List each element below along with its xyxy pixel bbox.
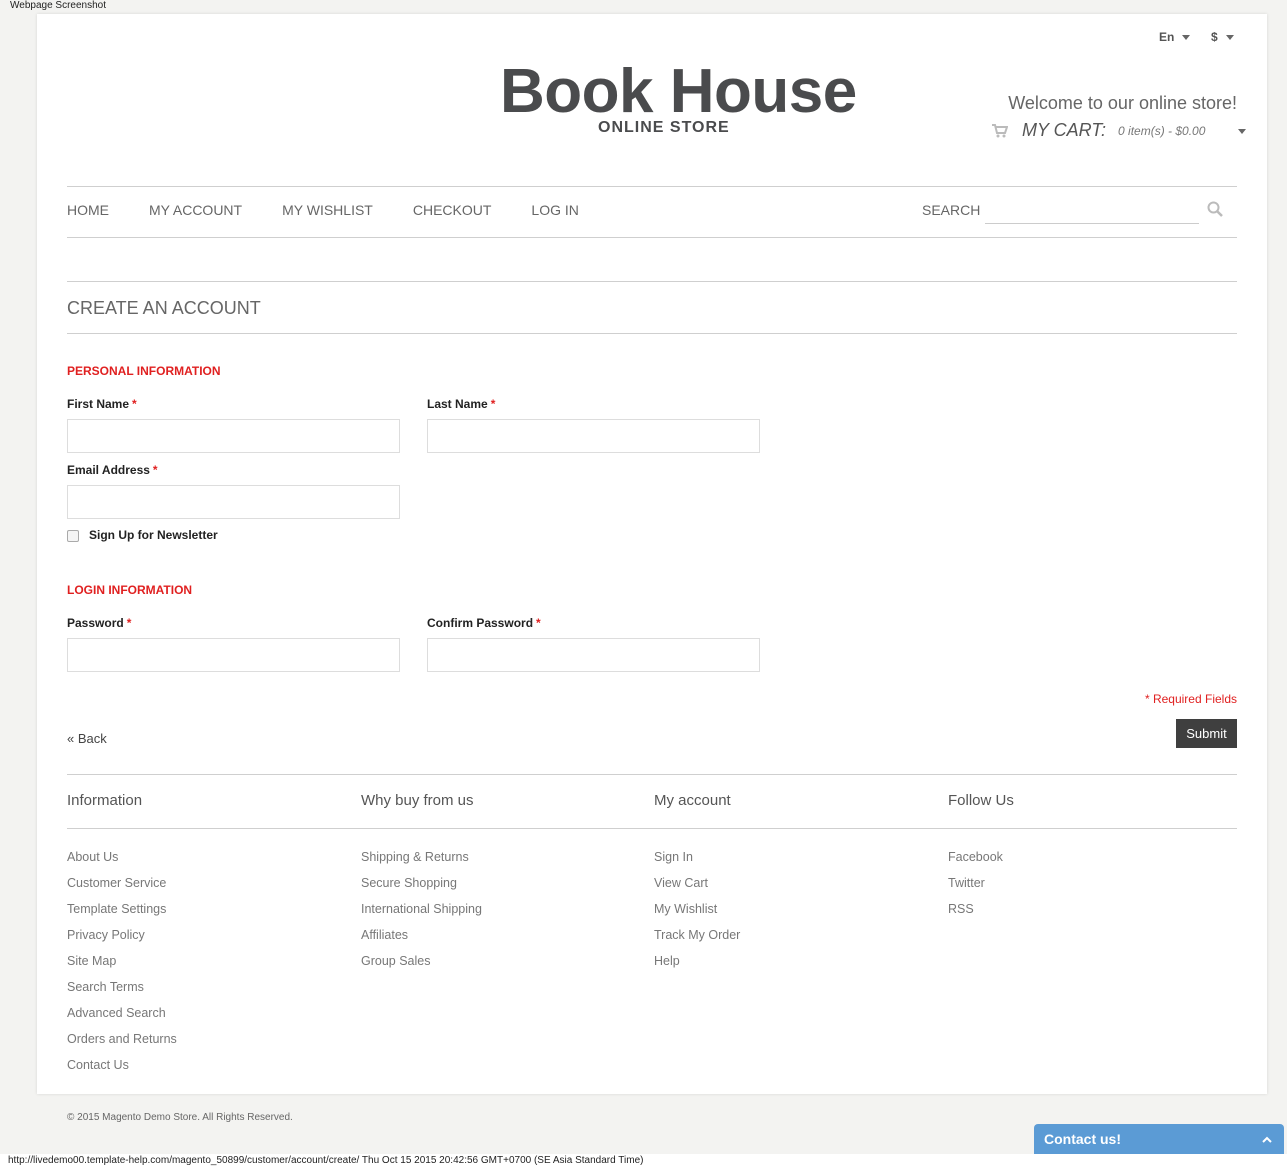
footer-link[interactable]: Privacy Policy	[67, 928, 177, 954]
back-link[interactable]: « Back	[67, 731, 107, 746]
footer-link[interactable]: Customer Service	[67, 876, 177, 902]
divider	[67, 186, 1237, 187]
footer-link[interactable]: Affiliates	[361, 928, 482, 954]
footer-links-my-account: Sign In View Cart My Wishlist Track My O…	[654, 850, 740, 980]
footer-link[interactable]: International Shipping	[361, 902, 482, 928]
chevron-down-icon	[1182, 35, 1191, 41]
required-marker: *	[152, 463, 158, 477]
email-field[interactable]	[67, 485, 400, 519]
last-name-field[interactable]	[427, 419, 760, 453]
screenshot-label: Webpage Screenshot	[10, 0, 106, 11]
mini-cart[interactable]: MY CART: 0 item(s) - $0.00	[992, 120, 1205, 141]
copyright: © 2015 Magento Demo Store. All Rights Re…	[67, 1112, 293, 1123]
language-value: En	[1159, 30, 1175, 44]
logo-title[interactable]: Book House	[500, 56, 857, 127]
footer-link[interactable]: Site Map	[67, 954, 177, 980]
footer-links-follow-us: Facebook Twitter RSS	[948, 850, 1003, 928]
contact-widget-label: Contact us!	[1044, 1131, 1121, 1147]
chevron-down-icon	[1225, 35, 1234, 41]
page-title: CREATE AN ACCOUNT	[67, 298, 261, 318]
footer-link[interactable]: Group Sales	[361, 954, 482, 980]
footer-link[interactable]: About Us	[67, 850, 177, 876]
footer-link[interactable]: Twitter	[948, 876, 1003, 902]
search-icon[interactable]	[1207, 201, 1223, 217]
personal-info-heading: PERSONAL INFORMATION	[67, 364, 221, 378]
divider	[67, 774, 1237, 775]
email-label: Email Address *	[67, 463, 158, 477]
required-marker: *	[536, 616, 541, 630]
password-label: Password *	[67, 616, 131, 630]
footer-column-why-buy: Why buy from us	[361, 792, 641, 809]
last-name-label-text: Last Name	[427, 397, 488, 411]
footer-link[interactable]: View Cart	[654, 876, 740, 902]
first-name-field[interactable]	[67, 419, 400, 453]
required-fields-note: * Required Fields	[1144, 692, 1237, 706]
cart-dropdown-icon[interactable]	[1238, 129, 1246, 134]
password-field[interactable]	[67, 638, 400, 672]
required-marker: *	[490, 397, 496, 411]
divider	[67, 281, 1237, 282]
search-label: SEARCH	[922, 202, 981, 218]
first-name-label: First Name *	[67, 397, 137, 411]
footer-links-information: About Us Customer Service Template Setti…	[67, 850, 177, 1084]
search-input[interactable]	[985, 198, 1199, 224]
confirm-password-label-text: Confirm Password	[427, 616, 534, 630]
nav-my-account[interactable]: MY ACCOUNT	[149, 202, 242, 218]
divider	[67, 828, 1237, 829]
status-bar: http://livedemo00.template-help.com/mage…	[0, 1154, 1287, 1168]
required-marker: *	[126, 616, 132, 630]
required-marker: *	[132, 397, 137, 411]
footer-link[interactable]: Shipping & Returns	[361, 850, 482, 876]
footer-link[interactable]: Orders and Returns	[67, 1032, 177, 1058]
nav-my-wishlist[interactable]: MY WISHLIST	[282, 202, 373, 218]
chevron-up-icon[interactable]	[1262, 1136, 1272, 1143]
footer-link[interactable]: My Wishlist	[654, 902, 740, 928]
footer-link[interactable]: Contact Us	[67, 1058, 177, 1084]
footer-column-follow-us: Follow Us	[948, 792, 1228, 809]
cart-summary: 0 item(s) - $0.00	[1118, 123, 1206, 138]
footer-link[interactable]: Advanced Search	[67, 1006, 177, 1032]
nav-log-in[interactable]: LOG IN	[531, 202, 578, 218]
login-info-heading: LOGIN INFORMATION	[67, 583, 193, 597]
footer-column-my-account: My account	[654, 792, 934, 809]
main-nav: HOME MY ACCOUNT MY WISHLIST CHECKOUT LOG…	[67, 202, 619, 218]
contact-widget[interactable]: Contact us!	[1034, 1124, 1284, 1154]
footer-link[interactable]: Search Terms	[67, 980, 177, 1006]
currency-selector[interactable]: $	[1211, 30, 1234, 44]
newsletter-checkbox[interactable]	[67, 530, 79, 542]
footer-link[interactable]: Template Settings	[67, 902, 177, 928]
nav-checkout[interactable]: CHECKOUT	[413, 202, 492, 218]
footer-link[interactable]: Help	[654, 954, 740, 980]
footer-link[interactable]: Facebook	[948, 850, 1003, 876]
footer-link[interactable]: Sign In	[654, 850, 740, 876]
password-label-text: Password	[67, 616, 124, 630]
cart-label: MY CART:	[1022, 120, 1107, 140]
last-name-label: Last Name *	[427, 397, 495, 411]
nav-home[interactable]: HOME	[67, 202, 109, 218]
language-selector[interactable]: En	[1159, 30, 1191, 44]
welcome-message: Welcome to our online store!	[1008, 93, 1237, 113]
footer-column-information: Information	[67, 792, 347, 809]
footer-heading: Follow Us	[948, 792, 1014, 809]
cart-icon	[992, 123, 1008, 137]
footer-links-why-buy: Shipping & Returns Secure Shopping Inter…	[361, 850, 482, 980]
footer-link[interactable]: RSS	[948, 902, 1003, 928]
footer-heading: Why buy from us	[361, 792, 474, 809]
footer-link[interactable]: Secure Shopping	[361, 876, 482, 902]
footer-heading: My account	[654, 792, 731, 809]
divider	[67, 237, 1237, 238]
submit-button[interactable]: Submit	[1176, 719, 1237, 748]
first-name-label-text: First Name	[67, 397, 130, 411]
footer-link[interactable]: Track My Order	[654, 928, 740, 954]
divider	[67, 333, 1237, 334]
currency-value: $	[1211, 30, 1218, 44]
footer-heading: Information	[67, 792, 143, 809]
logo-subtitle: ONLINE STORE	[598, 119, 730, 136]
page-container: En $ Book House ONLINE STORE Welcome to …	[37, 14, 1267, 1094]
newsletter-label[interactable]: Sign Up for Newsletter	[89, 528, 218, 542]
confirm-password-label: Confirm Password *	[427, 616, 541, 630]
confirm-password-field[interactable]	[427, 638, 760, 672]
email-label-text: Email Address	[67, 463, 150, 477]
